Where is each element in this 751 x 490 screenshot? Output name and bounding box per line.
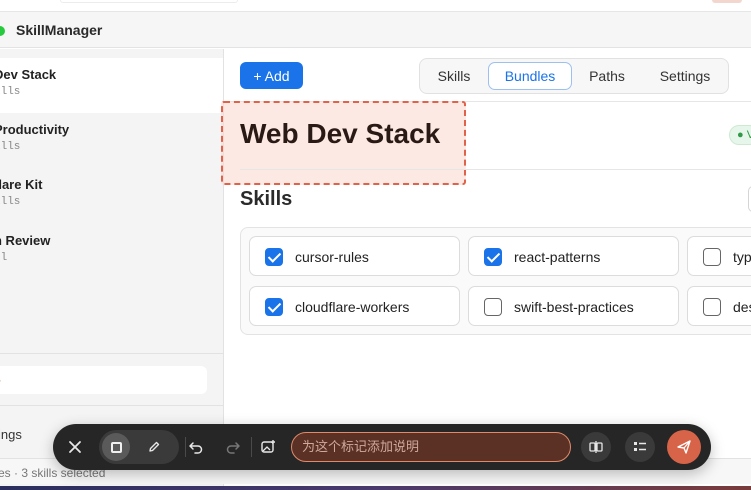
skill-card[interactable]: react-patterns (468, 236, 679, 276)
tab-bundles[interactable]: Bundles (488, 62, 572, 90)
skill-label: swift-best-practices (514, 299, 634, 315)
bundle-name: flare Kit (0, 177, 43, 192)
tab-paths[interactable]: Paths (580, 62, 634, 90)
bundle-name: Dev Stack (0, 67, 57, 82)
title-divider (240, 169, 751, 170)
compare-icon[interactable] (581, 432, 611, 462)
view-tabs: Skills Bundles Paths Settings (419, 58, 729, 94)
bundle-count: ll (0, 252, 8, 264)
bundle-count: ills (0, 141, 21, 153)
bundle-count: ills (0, 86, 21, 98)
skill-checkbox[interactable] (484, 298, 502, 316)
desktop-edge (0, 486, 751, 490)
tab-settings[interactable]: Settings (650, 62, 720, 90)
sidebar-item-bundle[interactable]: Dev Stack ills (0, 58, 223, 113)
skills-grid: cursor-rules react-patterns typ cloudfla… (240, 227, 751, 335)
sidebar-item-bundle[interactable]: n Review ll (0, 224, 223, 279)
add-button[interactable]: + Add (240, 62, 303, 89)
delete-bundle-button[interactable]: te (0, 366, 207, 394)
skill-label: cursor-rules (295, 249, 369, 265)
skill-checkbox[interactable] (703, 298, 721, 316)
skill-checkbox[interactable] (703, 248, 721, 266)
app-window: SkillManager Dev Stack ills Productivity… (0, 0, 751, 490)
annotation-note-input[interactable] (291, 432, 571, 462)
skill-label: des (733, 299, 751, 315)
sidebar-divider (0, 353, 223, 354)
sidebar-item-bundle[interactable]: Productivity ills (0, 113, 223, 168)
skill-card[interactable]: swift-best-practices (468, 286, 679, 326)
skill-checkbox[interactable] (265, 248, 283, 266)
bundle-title: Web Dev Stack (240, 118, 441, 149)
skill-card[interactable]: typ (687, 236, 751, 276)
undo-icon[interactable] (182, 433, 210, 461)
skill-checkbox[interactable] (484, 248, 502, 266)
app-title: SkillManager (16, 22, 103, 38)
rectangle-icon[interactable] (102, 433, 130, 461)
skill-label: typ (733, 249, 751, 265)
skill-label: cloudflare-workers (295, 299, 410, 315)
bundle-name: Productivity (0, 122, 70, 137)
title-bar (0, 12, 751, 48)
close-icon[interactable] (61, 433, 89, 461)
redo-icon[interactable] (219, 433, 247, 461)
sidebar-divider (0, 405, 223, 406)
status-badge: ● V (729, 125, 751, 145)
skill-card[interactable]: cursor-rules (249, 236, 460, 276)
sidebar-item-bundle[interactable]: flare Kit ills (0, 168, 223, 223)
toolbar-separator (251, 437, 252, 457)
skill-card[interactable]: des (687, 286, 751, 326)
sidebar-settings-link[interactable]: ings (0, 427, 22, 442)
top-strip (0, 0, 751, 12)
skill-checkbox[interactable] (265, 298, 283, 316)
top-tab-edge (60, 0, 238, 3)
tab-skills[interactable]: Skills (430, 62, 478, 90)
skill-card[interactable]: cloudflare-workers (249, 286, 460, 326)
annotation-toolbar (53, 424, 711, 470)
send-icon[interactable] (667, 430, 701, 464)
list-icon[interactable] (625, 432, 655, 462)
pen-icon[interactable] (140, 433, 168, 461)
top-button-edge (712, 0, 742, 3)
draw-tool-group (99, 430, 179, 464)
bundle-count: ills (0, 196, 21, 208)
bundle-name: n Review (0, 233, 51, 248)
skill-label: react-patterns (514, 249, 601, 265)
delete-label: te (0, 373, 1, 388)
add-image-icon[interactable] (254, 433, 282, 461)
skills-heading: Skills (240, 188, 293, 210)
